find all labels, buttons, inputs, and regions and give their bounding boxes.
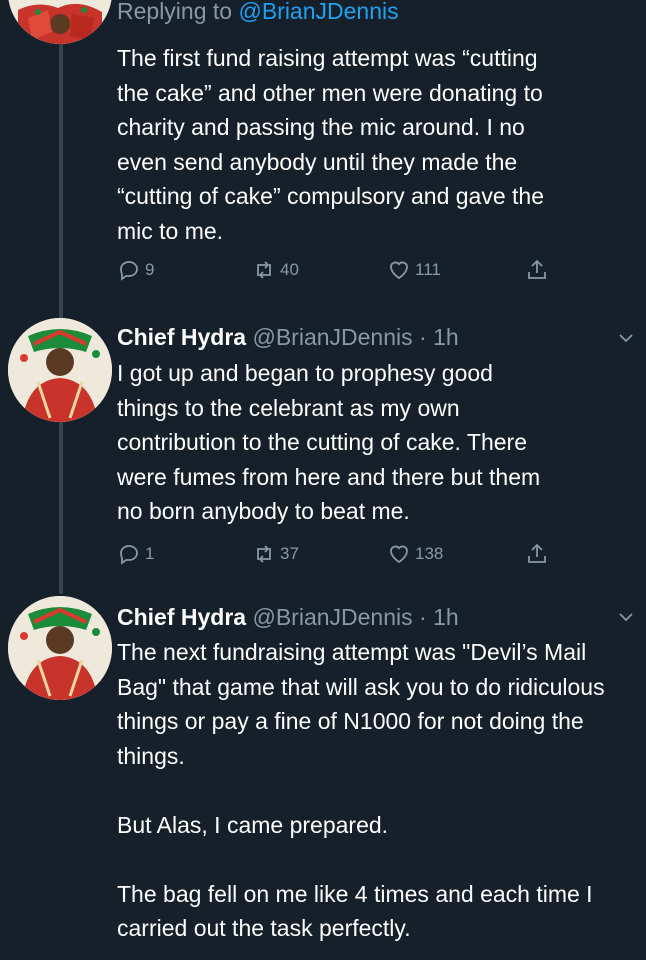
text-line: The first fund raising attempt was “cutt… bbox=[117, 45, 538, 71]
like-button[interactable]: 138 bbox=[387, 539, 443, 569]
share-icon bbox=[528, 543, 546, 563]
like-button[interactable]: 111 bbox=[387, 255, 441, 285]
thread-line bbox=[59, 410, 63, 594]
display-name[interactable]: Chief Hydra bbox=[117, 604, 246, 630]
tweet-header: Chief Hydra @BrianJDennis · 1h bbox=[117, 323, 459, 351]
retweet-button[interactable]: 40 bbox=[252, 255, 299, 285]
tweet-text: I got up and began to prophesy good thin… bbox=[117, 356, 637, 529]
text-line: “cutting of cake” compulsory and gave th… bbox=[117, 183, 545, 209]
heart-icon bbox=[390, 261, 408, 280]
text-line: things to the celebrant as my own bbox=[117, 394, 460, 421]
text-paragraph: The next fundraising attempt was "Devil’… bbox=[117, 639, 605, 769]
text-line: were fumes from here and there but them bbox=[117, 463, 541, 490]
text-line: mic to me. bbox=[117, 217, 224, 244]
retweet-count: 37 bbox=[280, 544, 299, 563]
tweet-actions: 1 37 138 bbox=[117, 539, 637, 569]
retweet-icon bbox=[257, 545, 271, 563]
reply-button[interactable]: 9 bbox=[117, 255, 154, 285]
like-count: 138 bbox=[415, 544, 444, 563]
tweet-text: The first fund raising attempt was “cutt… bbox=[117, 41, 637, 248]
display-name[interactable]: Chief Hydra bbox=[117, 324, 246, 350]
separator: · bbox=[419, 604, 427, 630]
replying-to: Replying to @BrianJDennis bbox=[117, 0, 399, 26]
tweet-text: The next fundraising attempt was "Devil’… bbox=[117, 635, 637, 946]
reply-button[interactable]: 1 bbox=[117, 539, 154, 569]
reply-count: 1 bbox=[145, 544, 155, 563]
timestamp[interactable]: 1h bbox=[433, 604, 459, 630]
text-line: the cake” and other men were donating to bbox=[117, 79, 543, 106]
chevron-down-icon[interactable] bbox=[616, 328, 636, 348]
avatar[interactable] bbox=[8, 0, 112, 44]
text-line: even send anybody until they made the bbox=[117, 148, 518, 175]
chevron-down-icon[interactable] bbox=[616, 607, 636, 627]
share-button[interactable] bbox=[525, 255, 553, 285]
thread-line bbox=[59, 40, 63, 322]
separator: · bbox=[419, 324, 427, 350]
text-paragraph: The bag fell on me like 4 times and each… bbox=[117, 880, 593, 942]
reply-icon bbox=[120, 545, 138, 565]
replying-label: Replying to bbox=[117, 0, 233, 24]
mention-link[interactable]: @BrianJDennis bbox=[238, 0, 398, 24]
timestamp[interactable]: 1h bbox=[433, 324, 459, 350]
user-handle[interactable]: @BrianJDennis bbox=[252, 324, 412, 350]
tweet-actions: 9 40 111 bbox=[117, 255, 637, 285]
avatar[interactable] bbox=[8, 596, 112, 700]
user-handle[interactable]: @BrianJDennis bbox=[252, 604, 412, 630]
share-button[interactable] bbox=[525, 539, 553, 569]
heart-icon bbox=[390, 545, 408, 564]
text-paragraph: But Alas, I came prepared. bbox=[117, 811, 389, 838]
reply-count: 9 bbox=[145, 260, 155, 279]
reply-icon bbox=[120, 261, 138, 281]
tweet-header: Chief Hydra @BrianJDennis · 1h bbox=[117, 603, 459, 631]
text-line: no born anybody to beat me. bbox=[117, 498, 410, 524]
text-line: I got up and began to prophesy good bbox=[117, 360, 493, 386]
retweet-count: 40 bbox=[280, 260, 299, 279]
share-icon bbox=[528, 259, 546, 279]
like-count: 111 bbox=[415, 260, 441, 279]
retweet-icon bbox=[257, 261, 271, 279]
text-line: charity and passing the mic around. I no bbox=[117, 114, 525, 140]
text-line: contribution to the cutting of cake. The… bbox=[117, 429, 527, 455]
avatar[interactable] bbox=[8, 318, 112, 422]
retweet-button[interactable]: 37 bbox=[252, 539, 299, 569]
